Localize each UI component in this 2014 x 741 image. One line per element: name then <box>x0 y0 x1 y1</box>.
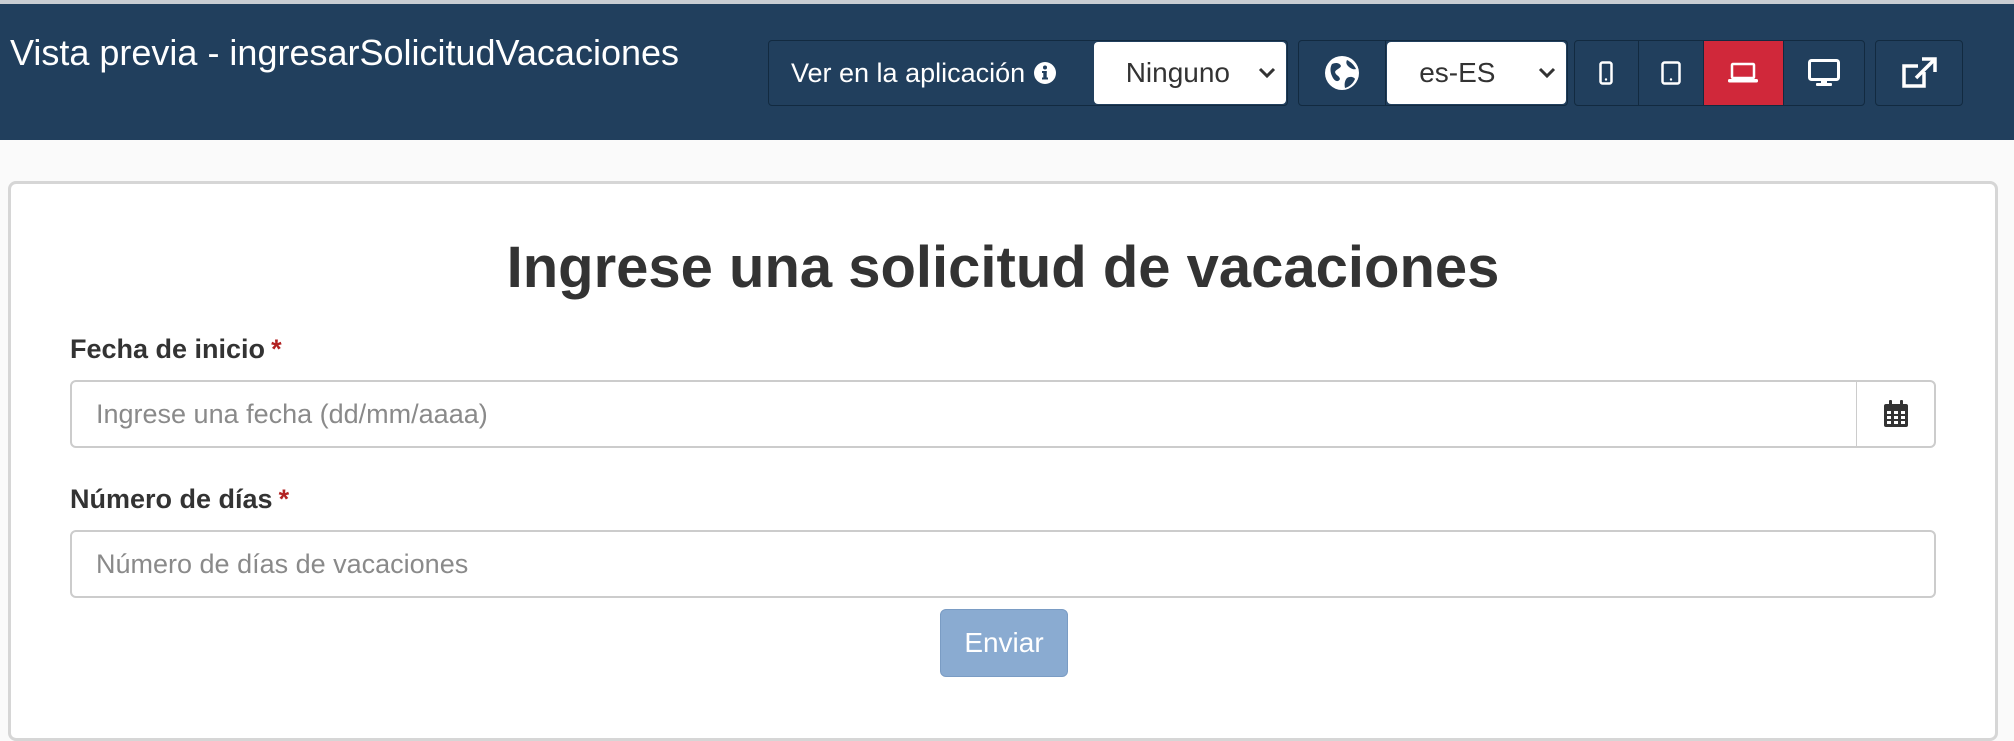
globe-button[interactable] <box>1299 41 1387 105</box>
external-link-icon <box>1902 57 1937 88</box>
days-label: Número de días * <box>70 484 289 515</box>
phone-view-button[interactable] <box>1575 41 1639 105</box>
chevron-down-icon <box>1538 67 1556 79</box>
globe-icon <box>1325 56 1360 90</box>
tablet-view-button[interactable] <box>1639 41 1705 105</box>
app-select[interactable]: Ninguno <box>1093 42 1286 104</box>
view-in-app-group: Ver en la aplicación Ninguno <box>768 40 1288 106</box>
device-group <box>1574 40 1865 106</box>
preview-header: Vista previa - ingresarSolicitudVacacion… <box>0 4 2014 140</box>
locale-select-value: es-ES <box>1419 57 1496 88</box>
required-marker: * <box>278 484 290 514</box>
open-external-button[interactable] <box>1876 41 1962 105</box>
laptop-view-button[interactable] <box>1704 41 1784 105</box>
days-label-text: Número de días <box>70 484 273 514</box>
start-date-input[interactable]: Ingrese una fecha (dd/mm/aaaa) <box>70 380 1858 448</box>
laptop-icon <box>1728 62 1759 83</box>
form-card: Ingrese una solicitud de vacaciones Fech… <box>8 181 1998 741</box>
app-select-value: Ninguno <box>1125 57 1231 88</box>
calendar-button[interactable] <box>1856 380 1936 448</box>
form-title: Ingrese una solicitud de vacaciones <box>506 235 1500 300</box>
submit-button[interactable]: Enviar <box>940 609 1068 677</box>
start-date-placeholder: Ingrese una fecha (dd/mm/aaaa) <box>96 398 488 429</box>
locale-group: es-ES <box>1298 40 1568 106</box>
days-input[interactable]: Número de días de vacaciones <box>70 530 1936 598</box>
chevron-down-icon <box>1258 67 1276 79</box>
mobile-phone-icon <box>1599 61 1614 85</box>
external-link-group <box>1875 40 1963 106</box>
start-date-label: Fecha de inicio * <box>70 334 282 365</box>
required-marker: * <box>271 334 282 364</box>
preview-title: Vista previa - ingresarSolicitudVacacion… <box>10 32 680 73</box>
info-circle-icon[interactable] <box>1033 61 1057 85</box>
calendar-icon <box>1883 400 1908 427</box>
view-in-app-label-wrap: Ver en la aplicación <box>769 41 1093 105</box>
view-in-app-label: Ver en la aplicación <box>791 57 1026 88</box>
tablet-icon <box>1661 61 1681 85</box>
days-placeholder: Número de días de vacaciones <box>96 548 469 579</box>
locale-select[interactable]: es-ES <box>1387 42 1566 104</box>
desktop-view-button[interactable] <box>1784 41 1864 105</box>
start-date-label-text: Fecha de inicio <box>70 334 266 364</box>
desktop-icon <box>1807 59 1840 86</box>
